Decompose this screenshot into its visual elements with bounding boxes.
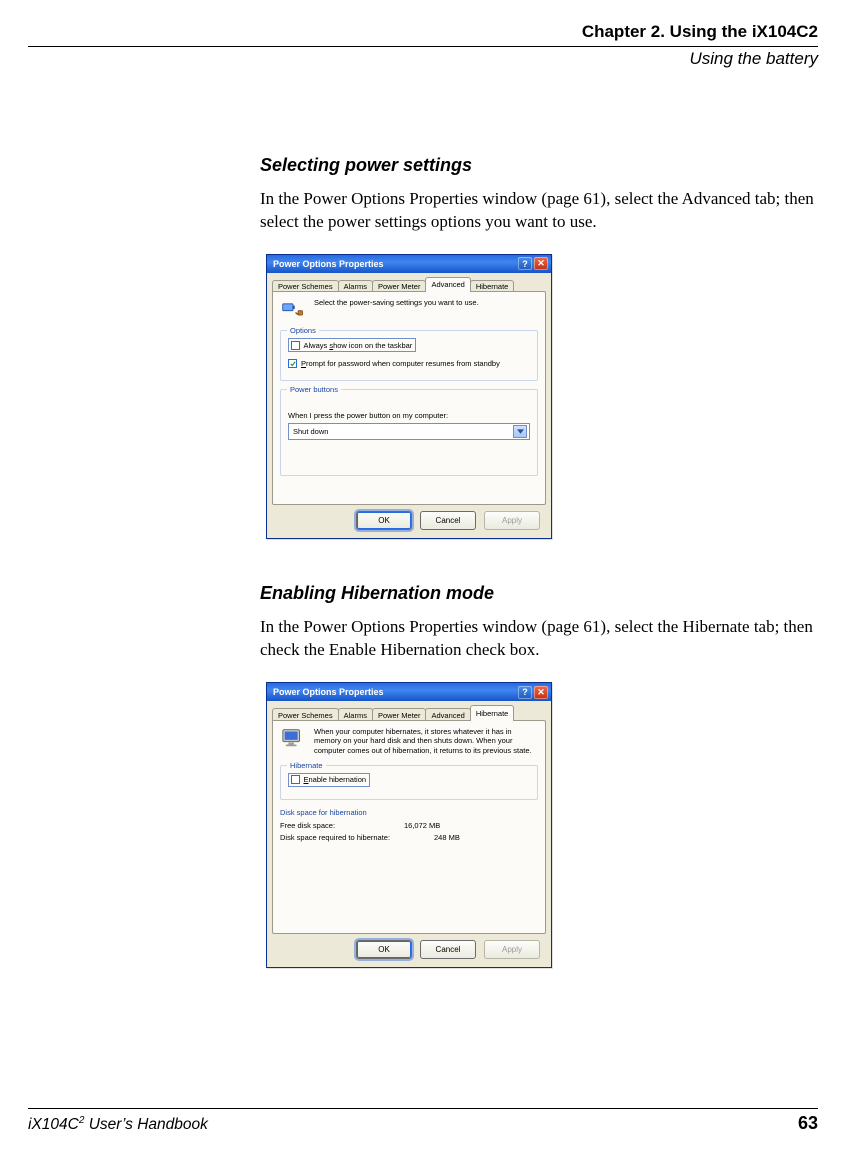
apply-button[interactable]: Apply [484,511,540,530]
cancel-button[interactable]: Cancel [420,940,476,959]
tab-strip: Power Schemes Alarms Power Meter Advance… [272,277,546,293]
checkbox-box [288,359,297,368]
chapter-title: Chapter 2. Using the iX104C2 [28,22,818,42]
footer-book-title: iX104C2 User’s Handbook [28,1115,208,1134]
required-disk-space-value: 248 MB [434,833,460,842]
para-enabling-hibernation: In the Power Options Properties window (… [260,616,830,662]
header-rule [28,46,818,47]
close-icon: ✕ [537,687,545,698]
checkbox-label: Always show icon on the taskbar [304,341,413,350]
window-title: Power Options Properties [273,259,518,269]
free-disk-space-value: 16,072 MB [404,821,440,830]
battery-plug-icon [280,298,306,320]
titlebar: Power Options Properties ? ✕ [267,683,551,701]
close-button[interactable]: ✕ [534,257,548,270]
tab-strip: Power Schemes Alarms Power Meter Advance… [272,705,546,721]
dialog-intro-text: Select the power-saving settings you wan… [314,298,479,307]
para-selecting-power-settings: In the Power Options Properties window (… [260,188,830,234]
help-button[interactable]: ? [518,686,532,699]
window-title: Power Options Properties [273,687,518,697]
legend-hibernate: Hibernate [287,761,326,770]
power-button-action-dropdown[interactable]: Shut down [288,423,530,440]
checkbox-label: Enable hibernation [304,775,367,784]
group-power-buttons: Power buttons When I press the power but… [280,389,538,476]
close-button[interactable]: ✕ [534,686,548,699]
help-icon: ? [522,687,528,697]
power-options-dialog-advanced: Power Options Properties ? ✕ Power Schem… [266,254,552,540]
close-icon: ✕ [537,258,545,269]
page-number: 63 [798,1113,818,1134]
power-options-dialog-hibernate: Power Options Properties ? ✕ Power Schem… [266,682,552,968]
free-disk-space-row: Free disk space: 16,072 MB [280,821,538,830]
tab-hibernate[interactable]: Hibernate [470,705,515,721]
checkbox-enable-hibernation[interactable]: Enable hibernation [288,773,370,787]
apply-button[interactable]: Apply [484,940,540,959]
monitor-icon [280,727,306,749]
ok-button[interactable]: OK [356,940,412,959]
free-disk-space-label: Free disk space: [280,821,390,830]
dropdown-value: Shut down [293,427,328,436]
heading-selecting-power-settings: Selecting power settings [260,155,830,176]
checkbox-box [291,775,300,784]
checkbox-box [291,341,300,350]
ok-button[interactable]: OK [356,511,412,530]
required-disk-space-label: Disk space required to hibernate: [280,833,420,842]
tab-advanced[interactable]: Advanced [425,277,470,293]
heading-enabling-hibernation: Enabling Hibernation mode [260,583,830,604]
titlebar: Power Options Properties ? ✕ [267,255,551,273]
checkbox-show-taskbar-icon[interactable]: Always show icon on the taskbar [288,338,416,352]
dialog-intro-text: When your computer hibernates, it stores… [314,727,538,755]
chevron-down-icon [513,425,527,438]
check-icon [290,361,296,367]
checkbox-prompt-password[interactable]: Prompt for password when computer resume… [288,359,530,368]
help-icon: ? [522,259,528,269]
cancel-button[interactable]: Cancel [420,511,476,530]
group-options: Options Always show icon on the taskbar [280,330,538,381]
group-disk-space: Disk space for hibernation Free disk spa… [280,808,538,842]
section-title: Using the battery [28,49,818,69]
legend-options: Options [287,326,319,335]
legend-power-buttons: Power buttons [287,385,341,394]
required-disk-space-row: Disk space required to hibernate: 248 MB [280,833,538,842]
help-button[interactable]: ? [518,257,532,270]
power-button-question: When I press the power button on my comp… [288,411,530,420]
checkbox-label: Prompt for password when computer resume… [301,359,500,368]
group-hibernate: Hibernate Enable hibernation [280,765,538,800]
legend-disk-space: Disk space for hibernation [280,808,538,817]
footer-rule [28,1108,818,1109]
